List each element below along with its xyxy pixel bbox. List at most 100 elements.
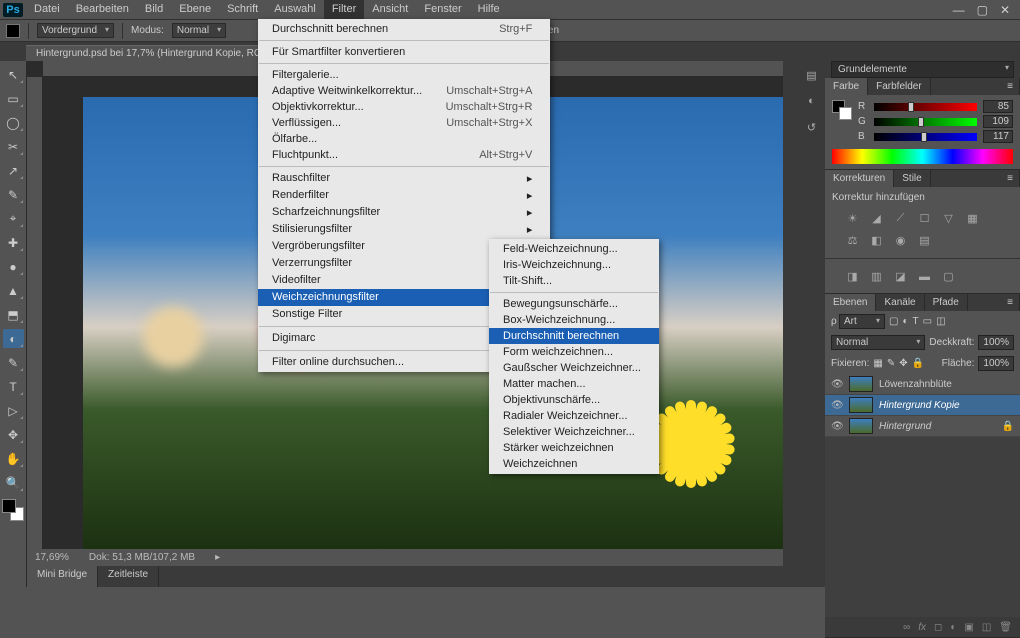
menu-item[interactable]: Adaptive Weitwinkelkorrektur...Umschalt+…: [258, 83, 550, 99]
tool-1[interactable]: ▭: [3, 89, 24, 108]
tool-16[interactable]: ✋: [3, 449, 24, 468]
levels-icon[interactable]: ◢: [868, 211, 885, 226]
tool-7[interactable]: ✚: [3, 233, 24, 252]
tab-timeline[interactable]: Zeitleiste: [98, 566, 159, 587]
filter-shape-icon[interactable]: ▭: [923, 316, 932, 327]
fill-value[interactable]: 100%: [978, 356, 1014, 371]
curves-icon[interactable]: ⟋: [892, 211, 909, 226]
menu-item[interactable]: Renderfilter▸: [258, 187, 550, 204]
tab-mini-bridge[interactable]: Mini Bridge: [27, 566, 98, 587]
menu-item[interactable]: Tilt-Shift...: [489, 273, 659, 289]
link-layers-icon[interactable]: ∞: [903, 622, 910, 633]
tool-2[interactable]: ◯: [3, 113, 24, 132]
tool-6[interactable]: ⌖: [3, 209, 24, 228]
tool-3[interactable]: ✂: [3, 137, 24, 156]
close-icon[interactable]: ✕: [1000, 3, 1010, 17]
workspace-select[interactable]: Grundelemente: [831, 61, 1014, 78]
tool-12[interactable]: ✎: [3, 353, 24, 372]
menu-fenster[interactable]: Fenster: [416, 0, 469, 19]
menu-item[interactable]: Filtergalerie...: [258, 67, 550, 83]
visibility-icon[interactable]: 👁: [831, 400, 843, 411]
menu-hilfe[interactable]: Hilfe: [470, 0, 508, 19]
menu-item[interactable]: Für Smartfilter konvertieren: [258, 44, 550, 60]
menu-bild[interactable]: Bild: [137, 0, 171, 19]
minimize-icon[interactable]: —: [953, 3, 965, 17]
zoom-level[interactable]: 17,69%: [35, 552, 69, 563]
panel-menu-icon[interactable]: ≡: [1001, 294, 1020, 311]
lock-transparent-icon[interactable]: ▦: [873, 358, 882, 369]
g-slider[interactable]: [874, 118, 977, 126]
menu-item[interactable]: Gaußscher Weichzeichner...: [489, 360, 659, 376]
threshold-icon[interactable]: ◪: [892, 269, 909, 284]
blend-mode-select[interactable]: Normal: [172, 23, 226, 38]
tab-pfade[interactable]: Pfade: [925, 294, 968, 311]
layer-row[interactable]: 👁Hintergrund Kopie: [825, 395, 1020, 416]
menu-item[interactable]: Scharfzeichnungsfilter▸: [258, 204, 550, 221]
hue-icon[interactable]: ▦: [964, 211, 981, 226]
tool-9[interactable]: ▲: [3, 281, 24, 300]
tool-0[interactable]: ↖: [3, 65, 24, 84]
menu-bearbeiten[interactable]: Bearbeiten: [68, 0, 137, 19]
history-icon[interactable]: ↺: [802, 117, 822, 137]
menu-auswahl[interactable]: Auswahl: [266, 0, 324, 19]
lock-pos-icon[interactable]: ✥: [899, 358, 907, 369]
photofilter-icon[interactable]: ◉: [892, 233, 909, 248]
menu-item[interactable]: Rauschfilter▸: [258, 170, 550, 187]
menu-item[interactable]: Feld-Weichzeichnung...: [489, 241, 659, 257]
menu-datei[interactable]: Datei: [26, 0, 68, 19]
b-slider[interactable]: [874, 133, 977, 141]
fgbg-swatch[interactable]: [2, 499, 24, 521]
opacity-value[interactable]: 100%: [978, 335, 1014, 350]
menu-filter[interactable]: Filter: [324, 0, 364, 19]
tool-13[interactable]: T: [3, 377, 24, 396]
tool-5[interactable]: ✎: [3, 185, 24, 204]
tool-17[interactable]: 🔍: [3, 473, 24, 492]
menu-item[interactable]: Weichzeichnen: [489, 456, 659, 472]
menu-ansicht[interactable]: Ansicht: [364, 0, 416, 19]
vibrance-icon[interactable]: ▽: [940, 211, 957, 226]
menu-item[interactable]: Bewegungsunschärfe...: [489, 296, 659, 312]
tool-4[interactable]: ↗: [3, 161, 24, 180]
maximize-icon[interactable]: ▢: [977, 3, 988, 17]
histogram-icon[interactable]: ▤: [802, 65, 822, 85]
menu-item[interactable]: Fluchtpunkt...Alt+Strg+V: [258, 147, 550, 163]
selective-icon[interactable]: ▢: [940, 269, 957, 284]
adjustments-icon[interactable]: ◐: [802, 91, 822, 111]
menu-item[interactable]: Durchschnitt berechnen: [489, 328, 659, 344]
layer-row[interactable]: 👁Löwenzahnblüte: [825, 374, 1020, 395]
menu-item[interactable]: Box-Weichzeichnung...: [489, 312, 659, 328]
menu-item[interactable]: Verflüssigen...Umschalt+Strg+X: [258, 115, 550, 131]
menu-item[interactable]: Matter machen...: [489, 376, 659, 392]
new-layer-icon[interactable]: ◫: [982, 622, 991, 633]
status-arrow-icon[interactable]: ▸: [215, 552, 220, 563]
tool-11[interactable]: ◐: [3, 329, 24, 348]
fx-icon[interactable]: fx: [918, 622, 926, 633]
tool-14[interactable]: ▷: [3, 401, 24, 420]
filter-image-icon[interactable]: ▢: [889, 316, 898, 327]
b-value[interactable]: 117: [983, 130, 1013, 143]
filter-adjust-icon[interactable]: ◐: [902, 316, 908, 327]
color-spectrum[interactable]: [832, 149, 1013, 164]
menu-item[interactable]: Objektivkorrektur...Umschalt+Strg+R: [258, 99, 550, 115]
tool-8[interactable]: ●: [3, 257, 24, 276]
bucket-swatch[interactable]: [6, 24, 20, 38]
lock-paint-icon[interactable]: ✎: [887, 358, 895, 369]
filter-text-icon[interactable]: T: [913, 316, 919, 327]
adjustment-layer-icon[interactable]: ◐: [950, 622, 956, 633]
visibility-icon[interactable]: 👁: [831, 421, 843, 432]
mask-icon[interactable]: ◻: [934, 622, 942, 633]
menu-item[interactable]: Stilisierungsfilter▸: [258, 221, 550, 238]
menu-ebene[interactable]: Ebene: [171, 0, 219, 19]
group-icon[interactable]: ▣: [964, 622, 973, 633]
tool-10[interactable]: ⬒: [3, 305, 24, 324]
gradientmap-icon[interactable]: ▬: [916, 269, 933, 284]
exposure-icon[interactable]: ☐: [916, 211, 933, 226]
menu-item[interactable]: Stärker weichzeichnen: [489, 440, 659, 456]
panel-menu-icon[interactable]: ≡: [1001, 78, 1020, 95]
menu-item[interactable]: Radialer Weichzeichner...: [489, 408, 659, 424]
tab-kanaele[interactable]: Kanäle: [876, 294, 924, 311]
menu-schrift[interactable]: Schrift: [219, 0, 266, 19]
invert-icon[interactable]: ◨: [844, 269, 861, 284]
fgbg-mini[interactable]: [832, 100, 852, 120]
tab-stile[interactable]: Stile: [894, 170, 930, 187]
